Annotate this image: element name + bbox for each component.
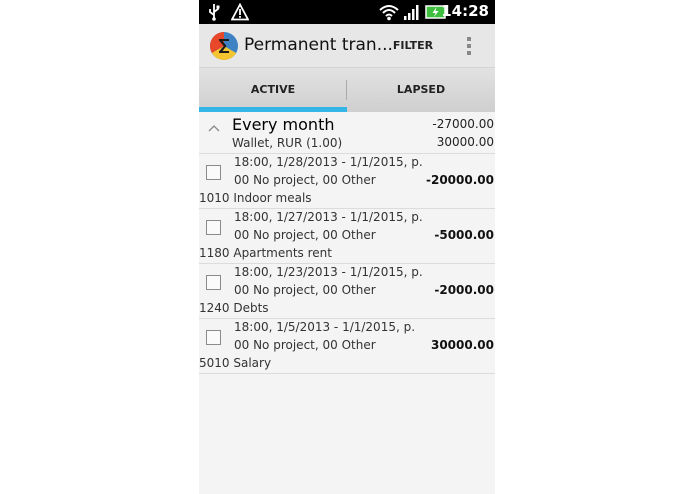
item-category: 5010 Salary — [199, 356, 272, 370]
group-income-total: 30000.00 — [436, 135, 494, 149]
tab-lapsed[interactable]: LAPSED — [347, 68, 495, 112]
item-category: 1180 Apartments rent — [199, 246, 332, 260]
item-amount: 30000.00 — [430, 338, 494, 352]
item-checkbox[interactable] — [206, 165, 221, 180]
item-category: 1240 Debts — [199, 301, 269, 315]
group-subtitle: Wallet, RUR (1.00) — [232, 136, 343, 150]
status-clock: 14:28 — [441, 2, 489, 20]
group-expense-total: -27000.00 — [432, 117, 494, 131]
item-schedule: 18:00, 1/5/2013 - 1/1/2015, p. — [234, 320, 416, 334]
chevron-up-icon[interactable] — [207, 123, 221, 133]
group-header[interactable]: Every month Wallet, RUR (1.00) -27000.00… — [199, 112, 495, 154]
overflow-menu-icon[interactable] — [457, 24, 481, 67]
sigma-logo-icon[interactable] — [209, 31, 239, 61]
item-schedule: 18:00, 1/27/2013 - 1/1/2015, p. — [234, 210, 423, 224]
action-bar: Permanent tran... FILTER — [199, 24, 495, 68]
item-project: 00 No project, 00 Other — [234, 173, 376, 187]
list-item[interactable]: 18:00, 1/5/2013 - 1/1/2015, p. 00 No pro… — [199, 319, 495, 374]
tab-bar: ACTIVE LAPSED — [199, 68, 495, 112]
list-item[interactable]: 18:00, 1/27/2013 - 1/1/2015, p. 00 No pr… — [199, 209, 495, 264]
filter-button[interactable]: FILTER — [388, 24, 438, 67]
item-schedule: 18:00, 1/28/2013 - 1/1/2015, p. — [234, 155, 423, 169]
app-title: Permanent tran... — [244, 35, 393, 55]
item-checkbox[interactable] — [206, 330, 221, 345]
item-project: 00 No project, 00 Other — [234, 338, 376, 352]
signal-icon — [404, 5, 419, 20]
wifi-icon — [379, 5, 399, 21]
item-category: 1010 Indoor meals — [199, 191, 312, 205]
phone-screen: 14:28 Permanent tran... FILTER ACTIVE LA… — [199, 0, 495, 494]
transaction-list: Every month Wallet, RUR (1.00) -27000.00… — [199, 112, 495, 374]
warning-icon — [231, 3, 249, 21]
list-item[interactable]: 18:00, 1/23/2013 - 1/1/2015, p. 00 No pr… — [199, 264, 495, 319]
status-bar: 14:28 — [199, 0, 495, 24]
usb-icon — [209, 4, 220, 21]
tab-active[interactable]: ACTIVE — [199, 68, 347, 112]
item-amount: -2000.00 — [434, 283, 494, 297]
item-project: 00 No project, 00 Other — [234, 283, 376, 297]
item-amount: -20000.00 — [426, 173, 494, 187]
group-title: Every month — [232, 115, 335, 134]
item-checkbox[interactable] — [206, 275, 221, 290]
item-schedule: 18:00, 1/23/2013 - 1/1/2015, p. — [234, 265, 423, 279]
item-project: 00 No project, 00 Other — [234, 228, 376, 242]
item-checkbox[interactable] — [206, 220, 221, 235]
list-item[interactable]: 18:00, 1/28/2013 - 1/1/2015, p. 00 No pr… — [199, 154, 495, 209]
item-amount: -5000.00 — [434, 228, 494, 242]
